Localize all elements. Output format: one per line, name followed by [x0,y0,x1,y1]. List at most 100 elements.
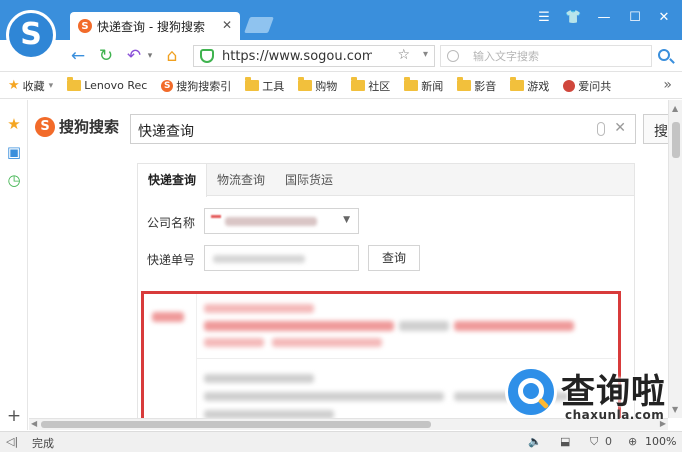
reading-icon[interactable]: ▣ [6,144,22,160]
bookmark-news[interactable]: 新闻 [404,77,444,94]
folder-icon [67,77,82,91]
company-label: 公司名称 [147,216,196,230]
downloads-icon[interactable]: ⬓ [560,435,570,448]
search-query: 快递查询 [138,124,194,140]
watermark-logo-icon [505,366,557,418]
speaker-icon[interactable]: 🔈 [528,435,542,448]
query-button[interactable]: 查询 [368,245,420,271]
title-bar: S 快递查询 - 搜狗搜索 ✕ ☰ 👕 — ☐ ✕ [0,0,682,40]
folder-icon [510,77,525,91]
clear-icon[interactable]: ✕ [614,120,626,136]
blurred-history-entry [204,410,334,418]
browser-logo[interactable]: S [6,10,56,60]
bookmark-label: 搜狗搜索引 [176,79,232,93]
logo-text: 搜狗搜索 [59,118,120,136]
tab-express-query[interactable]: 快递查询 [138,164,208,197]
bookmark-games[interactable]: 游戏 [510,77,550,94]
bookmark-sogou[interactable]: S 搜狗搜索引 [161,78,231,94]
person-icon [563,79,576,92]
bookmark-label: 爱问共 [578,79,612,93]
bookmark-label: 新闻 [421,79,444,93]
blurred-timestamp [204,304,314,313]
blurred-history-entry [204,392,444,401]
bookmark-label: 游戏 [527,79,550,93]
microphone-icon[interactable] [597,122,605,136]
bookmark-lenovo[interactable]: Lenovo Rec [67,77,147,92]
search-input[interactable]: 快递查询 ✕ [130,114,636,144]
undo-dropdown-icon[interactable]: ▾ [140,46,160,66]
browser-search-box[interactable]: 输入文字搜索 [440,45,652,67]
sogou-browser-logo-icon: S [20,17,42,52]
bookmark-star-icon[interactable]: ☆ [397,47,410,63]
zoom-icon[interactable]: ⊕ [628,435,637,448]
tab-logistics-query[interactable]: 物流查询 [207,164,275,196]
refresh-icon[interactable]: ↻ [96,46,116,66]
bookmark-favorites[interactable]: ★ 收藏 ▾ [8,78,53,94]
blurred-company-name [225,217,317,226]
minimize-icon[interactable]: — [596,10,612,26]
company-select[interactable]: ▼ [204,208,359,234]
address-dropdown-icon[interactable]: ▾ [423,49,428,60]
folder-icon [351,77,366,91]
blurred-tracking-number [213,255,305,263]
chevron-down-icon: ▼ [343,215,350,225]
tab-kuaidi[interactable]: S 快递查询 - 搜狗搜索 ✕ [70,12,240,40]
more-bookmarks-icon[interactable]: » [663,77,672,93]
entry-divider [196,358,616,359]
bookmark-community[interactable]: 社区 [351,77,391,94]
blurred-status-line [204,338,264,347]
skin-icon[interactable]: 👕 [565,10,581,26]
search-icon[interactable] [658,49,670,61]
close-tab-icon[interactable]: ✕ [222,18,232,32]
address-toolbar: ← ↻ ↶ ▾ ⌂ https://www.sogou.com/we ☆ ▾ 输… [0,40,682,72]
bookmark-label: 工具 [262,79,285,93]
vertical-scrollbar[interactable]: ▲ ▼ [668,100,682,418]
tab-international-freight[interactable]: 国际货运 [275,164,343,196]
bookmark-label: 影音 [474,79,497,93]
folder-icon [245,77,260,91]
menu-icon[interactable]: ☰ [536,10,552,26]
url-text[interactable]: https://www.sogou.com/we [222,49,372,64]
secure-shield-icon [200,49,214,63]
bookmark-label: 购物 [315,79,338,93]
vertical-scroll-thumb[interactable] [672,122,680,158]
scroll-down-icon[interactable]: ▼ [672,405,678,414]
add-icon[interactable]: + [6,408,22,425]
horizontal-scroll-thumb[interactable] [41,421,431,428]
sogou-search-logo[interactable]: S 搜狗搜索 [35,116,119,137]
bookmark-tools[interactable]: 工具 [245,77,285,94]
blurred-company-logo [211,215,221,218]
blurred-status-detail [454,321,574,331]
search-placeholder: 输入文字搜索 [473,50,539,63]
bookmark-video[interactable]: 影音 [457,77,497,94]
search-button[interactable]: 搜 [643,114,668,144]
star-icon: ★ [8,78,20,93]
tracking-number-input[interactable] [204,245,359,271]
sidebar-toggle-icon[interactable]: ◁| [6,435,18,448]
tracking-number-label: 快递单号 [147,253,196,267]
search-engine-icon[interactable] [447,50,459,62]
bookmark-iask[interactable]: 爱问共 [563,78,611,94]
history-clock-icon[interactable]: ◷ [6,172,22,188]
watermark: 查询啦 chaxunla.com [505,366,666,422]
status-text: 完成 [32,437,54,450]
sogou-icon: S [161,79,174,92]
home-icon[interactable]: ⌂ [162,46,182,66]
sogou-favicon-icon: S [78,19,92,33]
blurred-latest-status [204,321,394,331]
tab-title: 快递查询 - 搜狗搜索 [97,19,205,34]
maximize-icon[interactable]: ☐ [627,10,643,26]
timeline-divider [196,294,197,418]
bookmark-shopping[interactable]: 购物 [298,77,338,94]
zoom-level[interactable]: 100% [645,435,676,448]
favorites-star-icon[interactable]: ★ [6,116,22,132]
folder-icon [298,77,313,91]
close-window-icon[interactable]: ✕ [656,10,672,26]
address-bar[interactable]: https://www.sogou.com/we ☆ ▾ [193,45,435,67]
back-icon[interactable]: ← [68,46,88,66]
bookmark-label: 社区 [368,79,391,93]
security-shield-icon[interactable]: ⛉ [590,435,598,449]
new-tab-button[interactable] [244,17,274,33]
scroll-left-icon[interactable]: ◀ [31,419,37,428]
scroll-up-icon[interactable]: ▲ [672,104,678,113]
